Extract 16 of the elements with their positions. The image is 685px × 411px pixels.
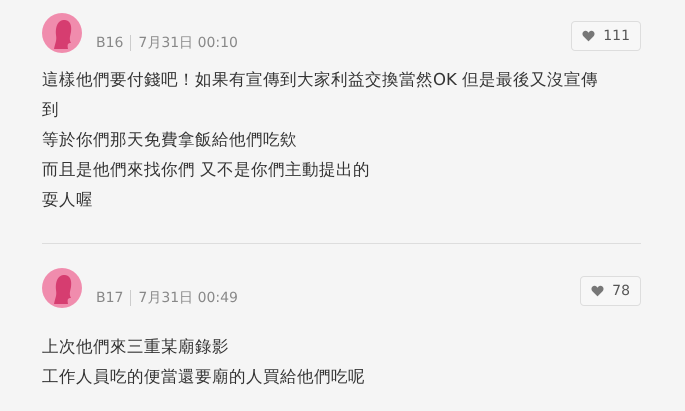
post-time: 7月31日 00:10: [137, 34, 238, 52]
heart-icon: [591, 285, 604, 297]
avatar-icon: [42, 268, 82, 308]
avatar-icon: [42, 13, 82, 53]
post-time: 7月31日 00:49: [137, 289, 238, 307]
comment-text: 等於你們那天免費拿飯給他們吃欸: [42, 129, 298, 151]
comment-text: 這樣他們要付錢吧！如果有宣傳到大家利益交換當然OK 但是最後又沒宣傳到: [42, 69, 600, 121]
heart-icon: [582, 30, 596, 42]
comment-text: 耍人喔: [42, 189, 94, 211]
comment-text: 工作人員吃的便當還要廟的人買給他們吃呢: [42, 366, 366, 388]
like-button[interactable]: 78: [580, 276, 641, 306]
comment-text: 而且是他們來找你們 又不是你們主動提出的: [42, 159, 372, 181]
floor-number: B17: [96, 290, 132, 306]
floor-number: B16: [96, 35, 132, 51]
comment-text: 上次他們來三重某廟錄影: [42, 336, 230, 358]
like-button[interactable]: 111: [571, 21, 641, 51]
